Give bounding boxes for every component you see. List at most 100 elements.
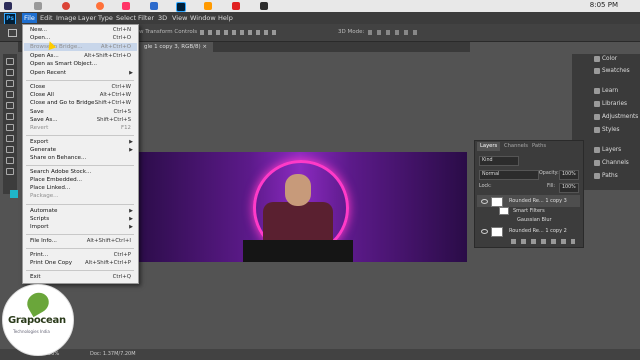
menu-image[interactable]: Image [54, 13, 78, 23]
firefox-icon[interactable] [96, 2, 104, 10]
panel-paths[interactable]: Paths [594, 171, 618, 181]
menu-layer[interactable]: Layer [76, 13, 98, 23]
shortcut: Ctrl+Q [112, 274, 131, 280]
crop-tool-icon[interactable] [6, 91, 14, 98]
app-icon[interactable] [150, 2, 158, 10]
menu-3d[interactable]: 3D [156, 13, 169, 23]
panel-channels[interactable]: Channels [594, 158, 629, 168]
menu-item-automate[interactable]: Automate [30, 207, 58, 215]
menu-type[interactable]: Type [96, 13, 115, 23]
stamp-tool-icon[interactable] [6, 124, 14, 131]
filter-kind-select[interactable]: Kind [479, 156, 519, 166]
layer-thumbnail [491, 227, 503, 237]
shortcut: Shift+Ctrl+S [96, 117, 131, 123]
blend-mode-select[interactable]: Normal [479, 170, 539, 180]
illustrator-icon[interactable] [204, 2, 212, 10]
menu-item-export[interactable]: Export [30, 138, 48, 146]
menu-item-open-recent[interactable]: Open Recent [30, 69, 66, 77]
fill-field[interactable]: 100% [559, 183, 579, 193]
layer-row[interactable]: Rounded Re... 1 copy 2 [477, 225, 580, 237]
app-icon[interactable] [260, 2, 268, 10]
menu-item-print[interactable]: Print... [30, 251, 48, 259]
panel-label: Adjustments [602, 114, 639, 120]
opacity-field[interactable]: 100% [559, 170, 579, 180]
menu-item-scripts[interactable]: Scripts [30, 215, 49, 223]
panel-libraries[interactable]: Libraries [594, 99, 628, 109]
app-icon[interactable] [4, 2, 12, 10]
document-canvas[interactable] [133, 152, 467, 262]
tab-channels[interactable]: Channels [501, 142, 531, 151]
panel-learn[interactable]: Learn [594, 86, 618, 96]
menu-item-search-stock[interactable]: Search Adobe Stock... [30, 168, 91, 176]
menu-item-import[interactable]: Import [30, 223, 49, 231]
menu-item-share-behance[interactable]: Share on Behance... [30, 154, 86, 162]
menu-item-place-embedded[interactable]: Place Embedded... [30, 176, 82, 184]
layers-icon [594, 147, 600, 153]
panel-label: Styles [602, 127, 620, 133]
menu-item-package[interactable]: Package... [30, 192, 59, 200]
visibility-eye-icon[interactable] [481, 229, 488, 234]
shape-tool-icon[interactable] [6, 168, 14, 175]
fill-label: Fill: [547, 184, 556, 189]
menu-item-save-as[interactable]: Save As... [30, 116, 58, 124]
app-icon[interactable] [34, 2, 42, 10]
menu-item-open-as[interactable]: Open As... [30, 52, 59, 60]
panel-color[interactable]: Color [594, 54, 617, 64]
tab-layers[interactable]: Layers [477, 142, 501, 151]
panel-label: Channels [602, 160, 629, 166]
color-icon [594, 56, 600, 62]
type-tool-icon[interactable] [6, 157, 14, 164]
learn-icon [594, 88, 600, 94]
panel-styles[interactable]: Styles [594, 125, 620, 135]
menu-item-place-linked[interactable]: Place Linked... [30, 184, 70, 192]
menu-help[interactable]: Help [216, 13, 235, 23]
menu-item-generate[interactable]: Generate [30, 146, 56, 154]
menu-select[interactable]: Select [114, 13, 138, 23]
menu-item-open-smart-object[interactable]: Open as Smart Object... [30, 60, 97, 68]
align-icons[interactable] [200, 30, 280, 35]
eraser-tool-icon[interactable] [6, 135, 14, 142]
shortcut: Alt+Shift+Ctrl+O [84, 53, 131, 59]
menu-item-close[interactable]: Close [30, 83, 45, 91]
menu-item-save[interactable]: Save [30, 108, 44, 116]
panel-layers[interactable]: Layers [594, 145, 621, 155]
menu-view[interactable]: View [170, 13, 189, 23]
acrobat-icon[interactable] [232, 2, 240, 10]
panel-label: Paths [602, 173, 618, 179]
menu-item-print-one-copy[interactable]: Print One Copy [30, 259, 72, 267]
eyedropper-tool-icon[interactable] [6, 102, 14, 109]
menu-item-revert[interactable]: Revert [30, 124, 48, 132]
chrome-icon[interactable] [62, 2, 70, 10]
submenu-arrow-icon: ▶ [129, 224, 133, 230]
menu-item-close-all[interactable]: Close All [30, 91, 54, 99]
shortcut: Ctrl+W [111, 84, 131, 90]
menu-edit[interactable]: Edit [38, 13, 55, 23]
app-icon[interactable] [122, 2, 130, 10]
tab-paths[interactable]: Paths [529, 142, 549, 151]
menu-item-new[interactable]: New... [30, 26, 47, 34]
photoshop-icon[interactable] [176, 2, 186, 12]
3d-mode-icons[interactable] [368, 30, 418, 35]
document-tab[interactable]: gle 1 copy 3, RGB/8) × [138, 42, 213, 52]
visibility-eye-icon[interactable] [481, 199, 488, 204]
status-bar: 58.96% Doc: 1.37M/7.20M [0, 349, 640, 360]
panel-label: Libraries [602, 101, 628, 107]
menu-window[interactable]: Window [188, 13, 218, 23]
brush-tool-icon[interactable] [6, 113, 14, 120]
foreground-color-swatch[interactable] [10, 190, 18, 198]
transform-controls-label[interactable]: w Transform Controls [139, 29, 197, 35]
menu-item-close-go-bridge[interactable]: Close and Go to Bridge... [30, 99, 100, 107]
marquee-tool-icon[interactable] [6, 69, 14, 76]
move-tool-icon[interactable] [6, 58, 14, 65]
menu-filter[interactable]: Filter [136, 13, 156, 23]
layer-action-icons[interactable] [511, 239, 575, 244]
lasso-tool-icon[interactable] [6, 80, 14, 87]
pen-tool-icon[interactable] [6, 146, 14, 153]
panel-adjustments[interactable]: Adjustments [594, 112, 639, 122]
panel-swatches[interactable]: Swatches [594, 66, 630, 76]
home-icon[interactable] [8, 29, 17, 37]
layers-panel: Layers Channels Paths Kind Normal Opacit… [474, 140, 584, 248]
menu-item-file-info[interactable]: File Info... [30, 237, 57, 245]
menu-item-exit[interactable]: Exit [30, 273, 41, 281]
menu-file[interactable]: File [22, 13, 37, 23]
